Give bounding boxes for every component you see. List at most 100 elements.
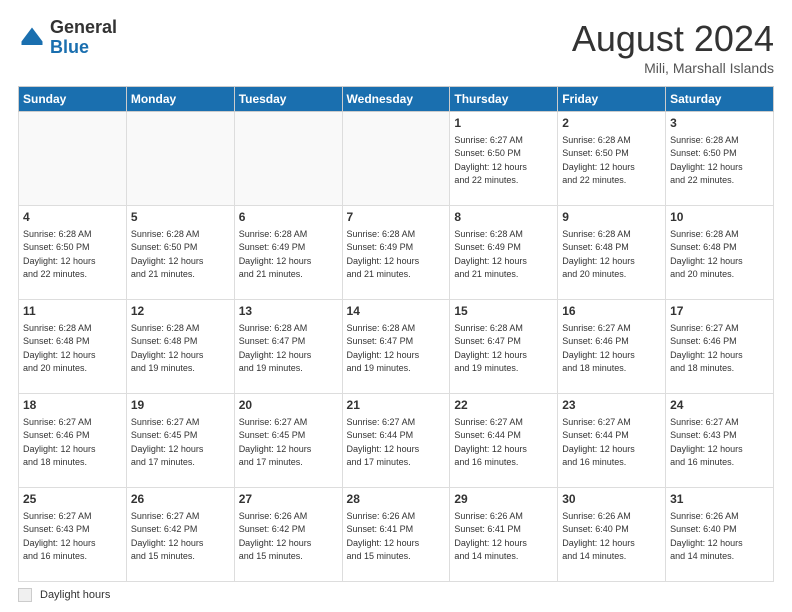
day-number: 14 (347, 303, 446, 320)
day-info: Sunrise: 6:28 AMSunset: 6:50 PMDaylight:… (23, 228, 122, 282)
calendar-cell: 21 Sunrise: 6:27 AMSunset: 6:44 PMDayligh… (342, 394, 450, 488)
day-info: Sunrise: 6:27 AMSunset: 6:45 PMDaylight:… (131, 416, 230, 470)
calendar-cell: 18 Sunrise: 6:27 AMSunset: 6:46 PMDayligh… (19, 394, 127, 488)
day-info: Sunrise: 6:27 AMSunset: 6:44 PMDaylight:… (562, 416, 661, 470)
day-number: 2 (562, 115, 661, 132)
day-info: Sunrise: 6:28 AMSunset: 6:47 PMDaylight:… (347, 322, 446, 376)
day-info: Sunrise: 6:27 AMSunset: 6:46 PMDaylight:… (562, 322, 661, 376)
logo-blue-text: Blue (50, 37, 89, 57)
day-info: Sunrise: 6:27 AMSunset: 6:46 PMDaylight:… (23, 416, 122, 470)
calendar-cell (342, 112, 450, 206)
logo-icon (18, 24, 46, 52)
calendar-cell: 10Sunrise: 6:28 AMSunset: 6:48 PMDayligh… (666, 206, 774, 300)
day-number: 12 (131, 303, 230, 320)
title-block: August 2024 Mili, Marshall Islands (572, 18, 774, 76)
calendar-week-4: 18 Sunrise: 6:27 AMSunset: 6:46 PMDayligh… (19, 394, 774, 488)
day-info: Sunrise: 6:28 AMSunset: 6:48 PMDaylight:… (131, 322, 230, 376)
calendar-week-5: 25Sunrise: 6:27 AMSunset: 6:43 PMDayligh… (19, 488, 774, 582)
day-info: Sunrise: 6:28 AMSunset: 6:49 PMDaylight:… (239, 228, 338, 282)
calendar-cell: 5 Sunrise: 6:28 AMSunset: 6:50 PMDaylight… (126, 206, 234, 300)
legend: Daylight hours (18, 588, 774, 602)
calendar-cell (234, 112, 342, 206)
day-info: Sunrise: 6:27 AMSunset: 6:50 PMDaylight:… (454, 134, 553, 188)
day-number: 23 (562, 397, 661, 414)
day-info: Sunrise: 6:28 AMSunset: 6:49 PMDaylight:… (347, 228, 446, 282)
calendar-cell: 25Sunrise: 6:27 AMSunset: 6:43 PMDayligh… (19, 488, 127, 582)
calendar-cell (19, 112, 127, 206)
day-info: Sunrise: 6:28 AMSunset: 6:48 PMDaylight:… (23, 322, 122, 376)
day-number: 15 (454, 303, 553, 320)
day-number: 25 (23, 491, 122, 508)
day-info: Sunrise: 6:27 AMSunset: 6:46 PMDaylight:… (670, 322, 769, 376)
day-number: 16 (562, 303, 661, 320)
day-number: 18 (23, 397, 122, 414)
calendar-cell: 28 Sunrise: 6:26 AMSunset: 6:41 PMDayligh… (342, 488, 450, 582)
day-info: Sunrise: 6:27 AMSunset: 6:44 PMDaylight:… (347, 416, 446, 470)
day-info: Sunrise: 6:28 AMSunset: 6:50 PMDaylight:… (562, 134, 661, 188)
calendar-cell (126, 112, 234, 206)
calendar-cell: 24 Sunrise: 6:27 AMSunset: 6:43 PMDayligh… (666, 394, 774, 488)
day-number: 7 (347, 209, 446, 226)
day-number: 3 (670, 115, 769, 132)
day-info: Sunrise: 6:28 AMSunset: 6:47 PMDaylight:… (454, 322, 553, 376)
calendar-cell: 11 Sunrise: 6:28 AMSunset: 6:48 PMDayligh… (19, 300, 127, 394)
day-number: 19 (131, 397, 230, 414)
calendar-header-wednesday: Wednesday (342, 87, 450, 112)
legend-box (18, 588, 32, 602)
calendar-header-monday: Monday (126, 87, 234, 112)
day-info: Sunrise: 6:26 AMSunset: 6:41 PMDaylight:… (347, 510, 446, 564)
day-info: Sunrise: 6:28 AMSunset: 6:50 PMDaylight:… (131, 228, 230, 282)
day-number: 31 (670, 491, 769, 508)
calendar-cell: 17 Sunrise: 6:27 AMSunset: 6:46 PMDayligh… (666, 300, 774, 394)
calendar-cell: 23 Sunrise: 6:27 AMSunset: 6:44 PMDayligh… (558, 394, 666, 488)
calendar-cell: 20Sunrise: 6:27 AMSunset: 6:45 PMDayligh… (234, 394, 342, 488)
logo-general-text: General (50, 17, 117, 37)
day-number: 17 (670, 303, 769, 320)
day-info: Sunrise: 6:26 AMSunset: 6:42 PMDaylight:… (239, 510, 338, 564)
day-number: 13 (239, 303, 338, 320)
legend-label: Daylight hours (40, 589, 110, 601)
day-number: 11 (23, 303, 122, 320)
calendar-cell: 29Sunrise: 6:26 AMSunset: 6:41 PMDayligh… (450, 488, 558, 582)
day-number: 4 (23, 209, 122, 226)
calendar-cell: 2 Sunrise: 6:28 AMSunset: 6:50 PMDaylight… (558, 112, 666, 206)
calendar-cell: 9 Sunrise: 6:28 AMSunset: 6:48 PMDaylight… (558, 206, 666, 300)
calendar-header-friday: Friday (558, 87, 666, 112)
calendar-cell: 3 Sunrise: 6:28 AMSunset: 6:50 PMDaylight… (666, 112, 774, 206)
day-info: Sunrise: 6:28 AMSunset: 6:48 PMDaylight:… (670, 228, 769, 282)
calendar-cell: 12 Sunrise: 6:28 AMSunset: 6:48 PMDayligh… (126, 300, 234, 394)
calendar-header-thursday: Thursday (450, 87, 558, 112)
calendar-cell: 27Sunrise: 6:26 AMSunset: 6:42 PMDayligh… (234, 488, 342, 582)
day-number: 22 (454, 397, 553, 414)
day-number: 1 (454, 115, 553, 132)
calendar-cell: 1 Sunrise: 6:27 AMSunset: 6:50 PMDaylight… (450, 112, 558, 206)
day-info: Sunrise: 6:28 AMSunset: 6:50 PMDaylight:… (670, 134, 769, 188)
calendar-cell: 8Sunrise: 6:28 AMSunset: 6:49 PMDaylight… (450, 206, 558, 300)
calendar-cell: 13 Sunrise: 6:28 AMSunset: 6:47 PMDayligh… (234, 300, 342, 394)
day-info: Sunrise: 6:28 AMSunset: 6:48 PMDaylight:… (562, 228, 661, 282)
day-number: 6 (239, 209, 338, 226)
calendar-week-2: 4 Sunrise: 6:28 AMSunset: 6:50 PMDaylight… (19, 206, 774, 300)
calendar-header-saturday: Saturday (666, 87, 774, 112)
calendar-cell: 7 Sunrise: 6:28 AMSunset: 6:49 PMDaylight… (342, 206, 450, 300)
day-info: Sunrise: 6:27 AMSunset: 6:43 PMDaylight:… (670, 416, 769, 470)
day-number: 26 (131, 491, 230, 508)
calendar-cell: 6 Sunrise: 6:28 AMSunset: 6:49 PMDaylight… (234, 206, 342, 300)
day-info: Sunrise: 6:26 AMSunset: 6:41 PMDaylight:… (454, 510, 553, 564)
day-info: Sunrise: 6:28 AMSunset: 6:47 PMDaylight:… (239, 322, 338, 376)
day-number: 9 (562, 209, 661, 226)
day-number: 21 (347, 397, 446, 414)
calendar-cell: 30Sunrise: 6:26 AMSunset: 6:40 PMDayligh… (558, 488, 666, 582)
day-number: 28 (347, 491, 446, 508)
day-info: Sunrise: 6:27 AMSunset: 6:42 PMDaylight:… (131, 510, 230, 564)
calendar-cell: 22 Sunrise: 6:27 AMSunset: 6:44 PMDayligh… (450, 394, 558, 488)
calendar-cell: 19 Sunrise: 6:27 AMSunset: 6:45 PMDayligh… (126, 394, 234, 488)
day-number: 24 (670, 397, 769, 414)
day-number: 8 (454, 209, 553, 226)
calendar-header-row: SundayMondayTuesdayWednesdayThursdayFrid… (19, 87, 774, 112)
day-info: Sunrise: 6:26 AMSunset: 6:40 PMDaylight:… (670, 510, 769, 564)
day-info: Sunrise: 6:27 AMSunset: 6:44 PMDaylight:… (454, 416, 553, 470)
calendar-week-3: 11 Sunrise: 6:28 AMSunset: 6:48 PMDayligh… (19, 300, 774, 394)
day-info: Sunrise: 6:27 AMSunset: 6:45 PMDaylight:… (239, 416, 338, 470)
day-number: 5 (131, 209, 230, 226)
